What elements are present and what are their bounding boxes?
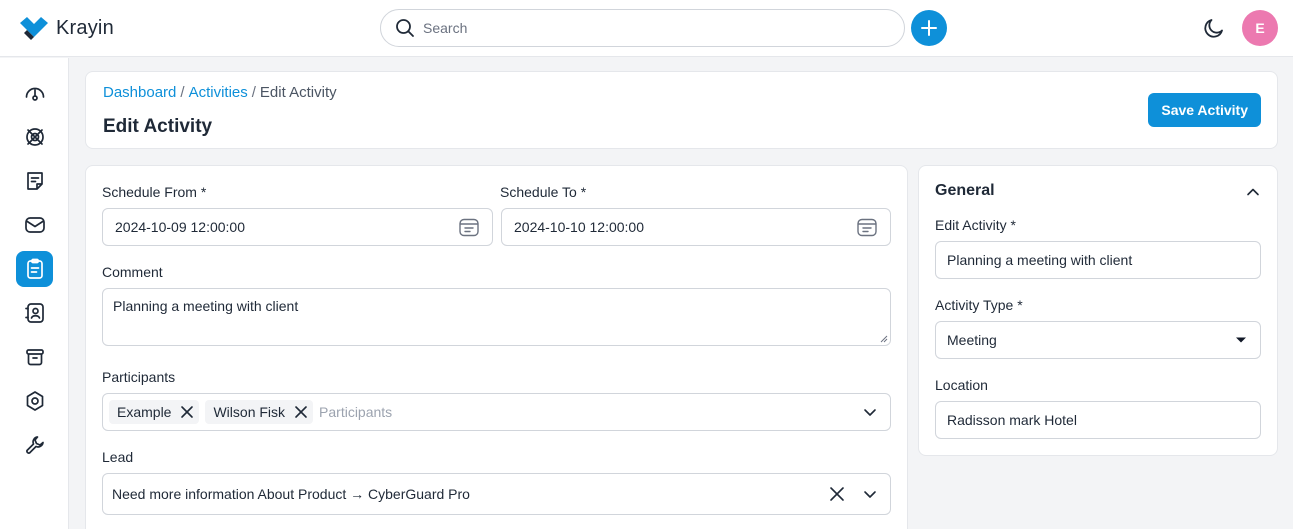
comment-label: Comment	[102, 264, 163, 280]
participant-tag: Wilson Fisk	[205, 400, 314, 424]
sidebar-item-configuration[interactable]	[16, 427, 53, 463]
calendar-icon[interactable]	[856, 216, 878, 238]
edit-activity-value: Planning a meeting with client	[947, 252, 1133, 268]
settings-icon	[26, 391, 43, 411]
chevron-down-icon[interactable]	[862, 486, 878, 502]
clear-lead-icon[interactable]	[828, 485, 846, 503]
general-panel: General Edit Activity * Planning a meeti…	[918, 165, 1278, 456]
dark-mode-toggle[interactable]	[1201, 15, 1227, 41]
sidebar-item-contacts[interactable]	[16, 295, 53, 331]
location-value: Radisson mark Hotel	[947, 412, 1077, 428]
search-icon	[396, 19, 414, 37]
comment-value: Planning a meeting with client	[113, 298, 299, 314]
wrench-icon	[25, 436, 44, 454]
breadcrumb-current: Edit Activity	[259, 84, 337, 101]
schedule-to-field[interactable]: 2024-10-10 12:00:00	[501, 208, 891, 246]
page-header: Dashboard / Activities / Edit Activity E…	[85, 71, 1278, 149]
lead-label: Lead	[102, 449, 134, 465]
schedule-from-field[interactable]: 2024-10-09 12:00:00	[102, 208, 493, 246]
app-name: Krayin	[56, 16, 114, 39]
general-panel-title: General	[935, 182, 995, 199]
participant-name: Wilson Fisk	[213, 404, 286, 420]
breadcrumb-dashboard[interactable]: Dashboard	[103, 84, 176, 101]
search-bar[interactable]	[380, 9, 905, 47]
edit-activity-label: Edit Activity *	[935, 217, 1016, 233]
activity-type-label: Activity Type *	[935, 297, 1023, 313]
activity-type-select[interactable]: Meeting	[935, 321, 1261, 359]
location-label: Location	[935, 377, 988, 393]
sidebar-item-products[interactable]	[16, 339, 53, 375]
resize-handle-icon[interactable]	[880, 335, 888, 343]
sidebar-item-mail[interactable]	[16, 207, 53, 243]
schedule-from-value: 2024-10-09 12:00:00	[115, 219, 245, 235]
location-input[interactable]: Radisson mark Hotel	[935, 401, 1261, 439]
participants-label: Participants	[102, 369, 176, 385]
top-bar: Krayin E	[0, 0, 1293, 57]
schedule-to-label: Schedule To *	[500, 184, 587, 200]
contacts-icon	[24, 303, 44, 323]
page-title: Edit Activity	[103, 116, 213, 137]
quotes-icon	[26, 172, 43, 190]
remove-participant-icon[interactable]	[179, 404, 195, 420]
products-icon	[25, 349, 44, 366]
breadcrumb-separator: /	[251, 84, 256, 101]
activity-type-value: Meeting	[947, 332, 997, 348]
sidebar-item-activities[interactable]	[16, 251, 53, 287]
participants-field[interactable]: Example Wilson Fisk Participants	[102, 393, 891, 431]
breadcrumb-separator: /	[180, 84, 185, 101]
search-input[interactable]	[423, 20, 883, 36]
caret-down-icon	[1234, 335, 1248, 345]
moon-icon	[1204, 19, 1223, 38]
sidebar-item-quotes[interactable]	[16, 163, 53, 199]
chevron-up-icon[interactable]	[1245, 184, 1261, 203]
leads-icon	[25, 128, 44, 146]
chevron-down-icon[interactable]	[862, 404, 878, 420]
participants-input-placeholder[interactable]: Participants	[319, 404, 392, 420]
mail-icon	[24, 217, 45, 233]
edit-activity-input[interactable]: Planning a meeting with client	[935, 241, 1261, 279]
sidebar-item-dashboard[interactable]	[16, 75, 53, 111]
user-avatar[interactable]: E	[1242, 10, 1278, 46]
krayin-logo[interactable]: Krayin	[18, 15, 114, 41]
remove-participant-icon[interactable]	[293, 404, 309, 420]
krayin-logo-icon	[20, 17, 48, 40]
sidebar-item-settings[interactable]	[16, 383, 53, 419]
breadcrumb-activities[interactable]: Activities	[189, 84, 248, 101]
schedule-from-label: Schedule From *	[102, 184, 207, 200]
dashboard-icon	[25, 87, 44, 101]
participant-name: Example	[117, 404, 172, 420]
breadcrumb: Dashboard / Activities / Edit Activity	[103, 84, 337, 101]
save-activity-button[interactable]: Save Activity	[1148, 93, 1261, 127]
schedule-to-value: 2024-10-10 12:00:00	[514, 219, 644, 235]
participant-tag: Example	[109, 400, 200, 424]
calendar-icon[interactable]	[458, 216, 480, 238]
comment-textarea[interactable]: Planning a meeting with client	[102, 288, 891, 346]
lead-field[interactable]: Need more information About Product → Cy…	[102, 473, 891, 515]
plus-icon	[921, 20, 937, 36]
activities-icon	[26, 258, 43, 279]
lead-value: Need more information About Product → Cy…	[112, 486, 470, 502]
sidebar-item-leads[interactable]	[16, 119, 53, 155]
sidebar	[0, 58, 69, 529]
quick-create-button[interactable]	[911, 10, 947, 46]
activity-form: Schedule From * 2024-10-09 12:00:00 Sche…	[85, 165, 908, 529]
